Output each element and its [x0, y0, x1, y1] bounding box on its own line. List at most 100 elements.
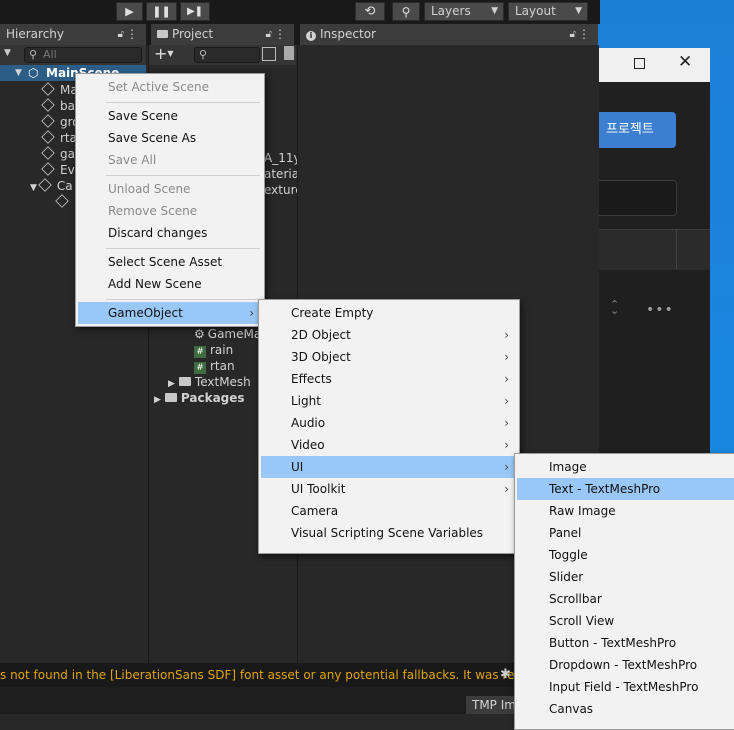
external-input[interactable]	[598, 180, 677, 216]
menu-item-text-textmeshpro[interactable]: Text - TextMeshPro	[517, 478, 734, 500]
gameobject-icon	[41, 98, 55, 112]
lock-icon[interactable]: 🔓︎	[266, 24, 272, 45]
menu-item-save-all[interactable]: Save All	[78, 149, 262, 171]
hierarchy-search-input[interactable]: ⚲ All	[24, 47, 142, 63]
hierarchy-add-chevron[interactable]: ▼	[4, 48, 11, 58]
layers-dropdown[interactable]: Layers ▼	[424, 2, 504, 21]
list-item[interactable]: ▼ Ca	[30, 178, 73, 194]
menu-item-image[interactable]: Image	[517, 456, 734, 478]
search-button[interactable]: ⚲	[392, 2, 420, 21]
menu-item-panel[interactable]: Panel	[517, 522, 734, 544]
tab-inspector[interactable]: i Inspector 🔓︎ ⋮	[300, 24, 598, 45]
tmp-importer-tab[interactable]: TMP Im	[466, 696, 516, 714]
list-item[interactable]: ⚙ GameMa	[194, 326, 261, 342]
menu-item-ui[interactable]: UI ›	[261, 456, 517, 478]
menu-item-visual-scripting-scene-variables[interactable]: Visual Scripting Scene Variables	[261, 522, 517, 544]
menu-item-scroll-view[interactable]: Scroll View	[517, 610, 734, 632]
menu-item-video[interactable]: Video ›	[261, 434, 517, 456]
menu-item-label: Save All	[108, 153, 157, 167]
more-icon[interactable]: •••	[646, 302, 674, 318]
menu-item-camera[interactable]: Camera	[261, 500, 517, 522]
list-item[interactable]: Ma	[41, 82, 78, 98]
chevron-down-icon: ▼	[575, 6, 582, 16]
lock-icon[interactable]: 🔓︎	[118, 24, 124, 45]
menu-item-select-scene-asset[interactable]: Select Scene Asset	[78, 251, 262, 273]
create-plus-button[interactable]: +▼	[154, 44, 174, 63]
layout-label: Layout	[515, 4, 556, 18]
list-item[interactable]: A_11y	[264, 150, 301, 166]
menu-item-label: Panel	[549, 526, 582, 540]
step-button[interactable]: ▶❚	[180, 2, 210, 21]
list-item[interactable]: gro	[41, 114, 80, 130]
menu-item-add-new-scene[interactable]: Add New Scene	[78, 273, 262, 295]
tab-inspector-label: Inspector	[320, 27, 376, 41]
menu-item-label: Unload Scene	[108, 182, 191, 196]
list-item-label: ateria	[264, 167, 300, 181]
list-item[interactable]: ▶ Packages	[154, 390, 245, 406]
menu-dots-icon[interactable]: ⋮	[274, 24, 286, 45]
list-item[interactable]: rta	[41, 130, 77, 146]
expand-arrow-icon: ▶	[168, 379, 175, 389]
list-item[interactable]: # rtan	[194, 358, 235, 374]
gear-icon: ⚙	[194, 327, 205, 341]
menu-item-button-textmeshpro[interactable]: Button - TextMeshPro	[517, 632, 734, 654]
console-message[interactable]: s not found in the [LiberationSans SDF] …	[0, 668, 514, 682]
project-search-input[interactable]: ⚲	[194, 47, 260, 63]
menu-item-create-empty[interactable]: Create Empty	[261, 302, 517, 324]
chevron-down-icon: ▼	[491, 6, 498, 16]
menu-item-discard-changes[interactable]: Discard changes	[78, 222, 262, 244]
menu-item-label: Select Scene Asset	[108, 255, 223, 269]
play-icon: ▶	[125, 5, 134, 18]
menu-item-ui-toolkit[interactable]: UI Toolkit ›	[261, 478, 517, 500]
menu-item-set-active-scene[interactable]: Set Active Scene	[78, 76, 262, 98]
external-window-titlebar: ✕	[598, 48, 710, 82]
tab-hierarchy[interactable]: Hierarchy 🔓︎ ⋮	[0, 24, 146, 45]
menu-dots-icon[interactable]: ⋮	[578, 24, 590, 45]
tab-project[interactable]: Project 🔓︎ ⋮	[151, 24, 294, 45]
list-item[interactable]: ▶ TextMesh	[168, 374, 251, 390]
menu-item-raw-image[interactable]: Raw Image	[517, 500, 734, 522]
maximize-icon[interactable]	[634, 58, 645, 69]
gameobject-icon	[41, 82, 55, 96]
list-item[interactable]: ba	[41, 98, 75, 114]
bug-icon[interactable]: ✱	[500, 667, 511, 682]
menu-item-label: Create Empty	[291, 306, 374, 320]
list-item[interactable]: ga	[41, 146, 75, 162]
list-item[interactable]: # rain	[194, 342, 233, 358]
menu-item-dropdown-textmeshpro[interactable]: Dropdown - TextMeshPro	[517, 654, 734, 676]
play-button[interactable]: ▶	[116, 2, 143, 21]
menu-dots-icon[interactable]: ⋮	[126, 24, 138, 45]
menu-item-light[interactable]: Light ›	[261, 390, 517, 412]
history-button[interactable]: ⟲	[355, 2, 385, 21]
menu-item-effects[interactable]: Effects ›	[261, 368, 517, 390]
favorites-icon[interactable]	[284, 46, 294, 60]
menu-item-gameobject[interactable]: GameObject ›	[78, 302, 262, 324]
menu-item-audio[interactable]: Audio ›	[261, 412, 517, 434]
close-icon[interactable]: ✕	[678, 52, 692, 72]
menu-item-3d-object[interactable]: 3D Object ›	[261, 346, 517, 368]
gameobject-submenu: Create Empty 2D Object › 3D Object › Effec…	[258, 299, 520, 554]
lock-icon[interactable]: 🔓︎	[570, 24, 576, 45]
list-item-label: ga	[60, 147, 75, 161]
project-button[interactable]: 프로젝트	[598, 112, 676, 148]
menu-item-remove-scene[interactable]: Remove Scene	[78, 200, 262, 222]
sort-icon[interactable]: ⌃ ⌄	[610, 299, 619, 316]
menu-item-scrollbar[interactable]: Scrollbar	[517, 588, 734, 610]
chevron-right-icon: ›	[504, 372, 509, 386]
layout-dropdown[interactable]: Layout ▼	[508, 2, 588, 21]
pause-icon: ❚❚	[152, 5, 171, 18]
filter-icon[interactable]	[262, 47, 276, 61]
list-item[interactable]	[55, 194, 74, 210]
menu-item-save-scene[interactable]: Save Scene	[78, 105, 262, 127]
pause-button[interactable]: ❚❚	[146, 2, 177, 21]
menu-item-unload-scene[interactable]: Unload Scene	[78, 178, 262, 200]
list-item[interactable]: ateria	[264, 166, 299, 182]
menu-item-save-scene-as[interactable]: Save Scene As	[78, 127, 262, 149]
menu-item-canvas[interactable]: Canvas	[517, 698, 734, 720]
chevron-right-icon: ›	[504, 394, 509, 408]
search-icon: ⚲	[401, 4, 411, 19]
menu-item-toggle[interactable]: Toggle	[517, 544, 734, 566]
menu-item-2d-object[interactable]: 2D Object ›	[261, 324, 517, 346]
menu-item-input-field-textmeshpro[interactable]: Input Field - TextMeshPro	[517, 676, 734, 698]
menu-item-slider[interactable]: Slider	[517, 566, 734, 588]
